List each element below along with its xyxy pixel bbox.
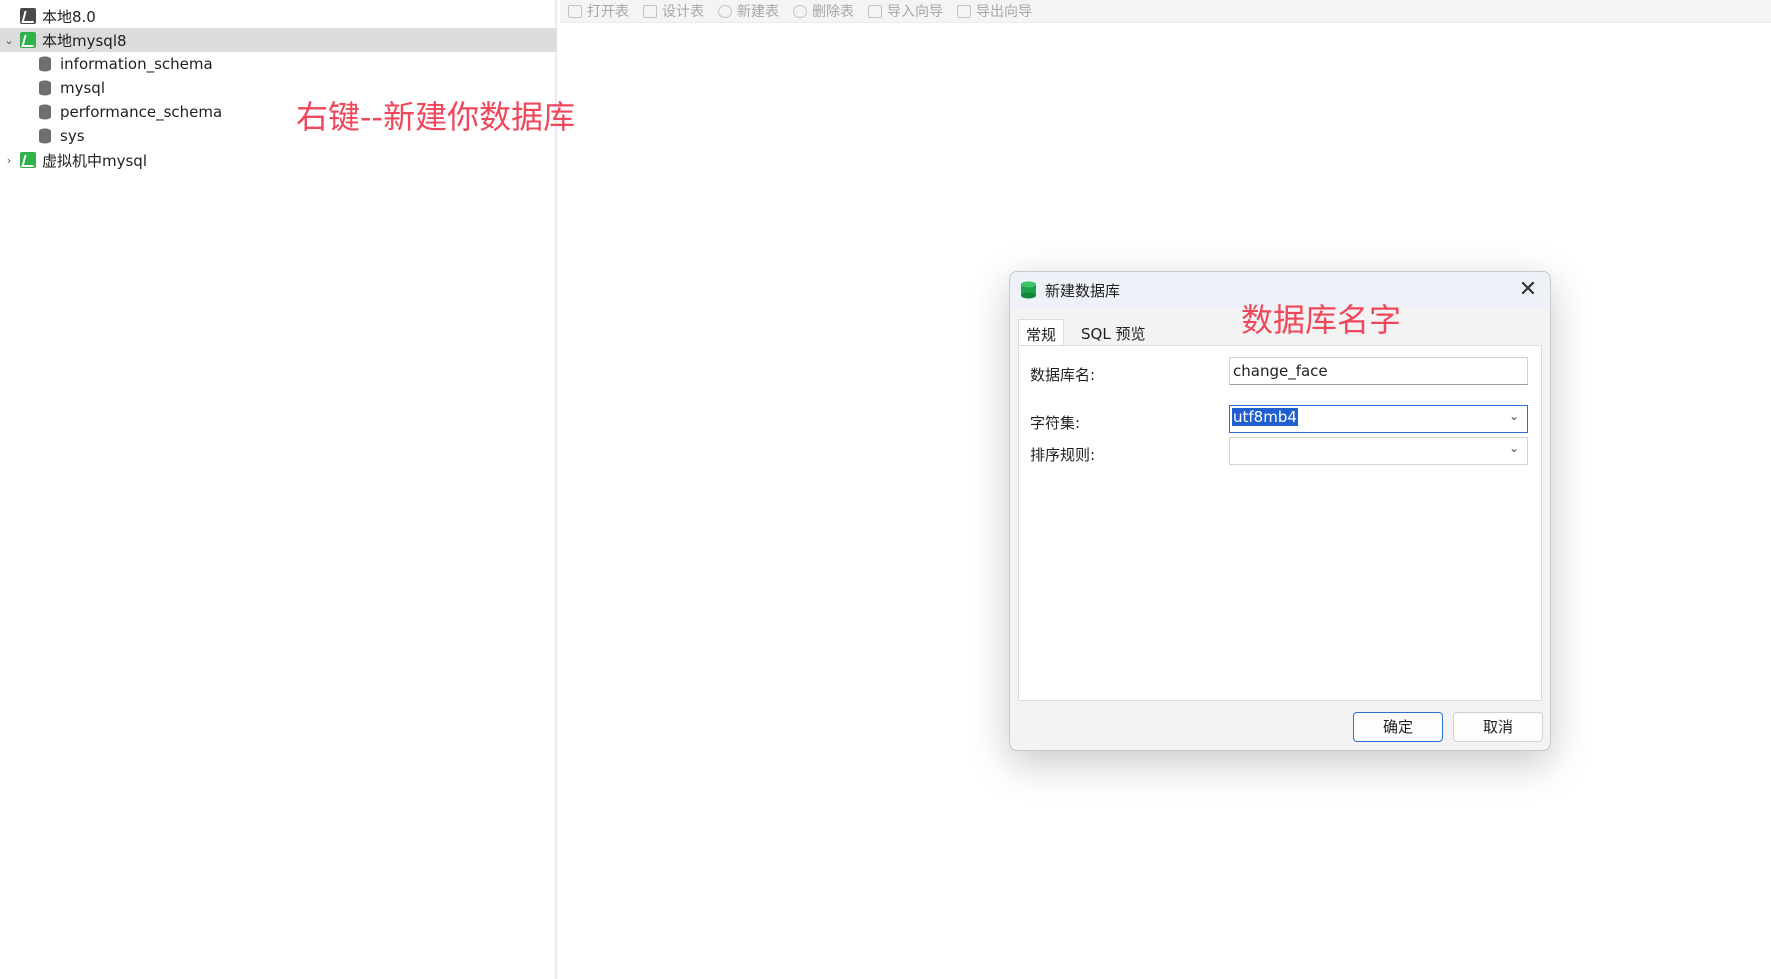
tree-database-information-schema[interactable]: information_schema	[0, 52, 557, 76]
delete-table-button[interactable]: 删除表	[793, 1, 854, 21]
tree-connection-vm-mysql[interactable]: › 虚拟机中mysql	[0, 148, 557, 172]
cancel-button[interactable]: 取消	[1453, 712, 1543, 742]
export-icon	[957, 4, 971, 18]
object-toolbar: 打开表 设计表 新建表 删除表 导入向导 导出向导	[560, 0, 1771, 23]
minus-circle-icon	[793, 4, 807, 18]
close-icon[interactable]: ✕	[1514, 276, 1542, 304]
database-label: mysql	[60, 79, 105, 97]
design-table-button[interactable]: 设计表	[643, 1, 704, 21]
open-table-label: 打开表	[587, 4, 629, 20]
database-icon	[38, 104, 52, 120]
design-table-label: 设计表	[662, 4, 704, 20]
tree-connection-local-mysql8[interactable]: ⌄ 本地mysql8	[0, 28, 557, 52]
collation-label: 排序规则:	[1030, 446, 1096, 464]
dialog-title: 新建数据库	[1045, 281, 1121, 300]
navigation-tree: 本地8.0 ⌄ 本地mysql8 information_schema mysq…	[0, 0, 557, 979]
pencil-icon	[643, 4, 657, 18]
ok-button[interactable]: 确定	[1353, 712, 1443, 742]
import-wizard-button[interactable]: 导入向导	[868, 1, 943, 21]
import-icon	[868, 4, 882, 18]
charset-label: 字符集:	[1030, 414, 1081, 432]
new-table-label: 新建表	[737, 4, 779, 20]
collation-select[interactable]: ⌄	[1229, 437, 1528, 465]
folder-icon	[568, 4, 582, 18]
database-name-label: 数据库名:	[1030, 366, 1096, 384]
annotation-right-click: 右键--新建你数据库	[296, 98, 576, 136]
chevron-down-icon[interactable]: ⌄	[1509, 409, 1519, 423]
tab-sql-preview[interactable]: SQL 预览	[1074, 319, 1152, 345]
tree-connection-local80[interactable]: 本地8.0	[0, 4, 557, 28]
charset-value: utf8mb4	[1232, 408, 1298, 426]
new-database-dialog: 新建数据库 ✕ 常规 SQL 预览 数据库名: 字符集: utf8mb4 ⌄ 排…	[1009, 271, 1551, 751]
new-table-button[interactable]: 新建表	[718, 1, 779, 21]
database-icon	[38, 128, 52, 144]
charset-select[interactable]: utf8mb4 ⌄	[1229, 405, 1528, 433]
database-icon	[1020, 281, 1037, 299]
database-label: sys	[60, 127, 85, 145]
connection-label: 本地mysql8	[42, 31, 127, 50]
export-wizard-label: 导出向导	[976, 4, 1032, 20]
plus-circle-icon	[718, 4, 732, 18]
connection-icon	[20, 152, 36, 168]
annotation-database-name: 数据库名字	[1241, 301, 1402, 339]
chevron-right-icon[interactable]: ›	[0, 154, 18, 167]
delete-table-label: 删除表	[812, 4, 854, 20]
database-label: performance_schema	[60, 103, 223, 121]
export-wizard-button[interactable]: 导出向导	[957, 1, 1032, 21]
connection-icon	[20, 8, 36, 24]
import-wizard-label: 导入向导	[887, 4, 943, 20]
chevron-down-icon[interactable]: ⌄	[0, 34, 18, 47]
open-table-button[interactable]: 打开表	[568, 1, 629, 21]
database-icon	[38, 56, 52, 72]
tab-general[interactable]: 常规	[1018, 319, 1065, 345]
database-name-input[interactable]	[1229, 357, 1528, 385]
connection-label: 本地8.0	[42, 7, 96, 26]
database-label: information_schema	[60, 55, 213, 73]
database-icon	[38, 80, 52, 96]
connection-icon	[20, 32, 36, 48]
general-panel: 数据库名: 字符集: utf8mb4 ⌄ 排序规则: ⌄	[1018, 345, 1542, 701]
chevron-down-icon[interactable]: ⌄	[1509, 441, 1519, 455]
connection-label: 虚拟机中mysql	[42, 151, 147, 170]
